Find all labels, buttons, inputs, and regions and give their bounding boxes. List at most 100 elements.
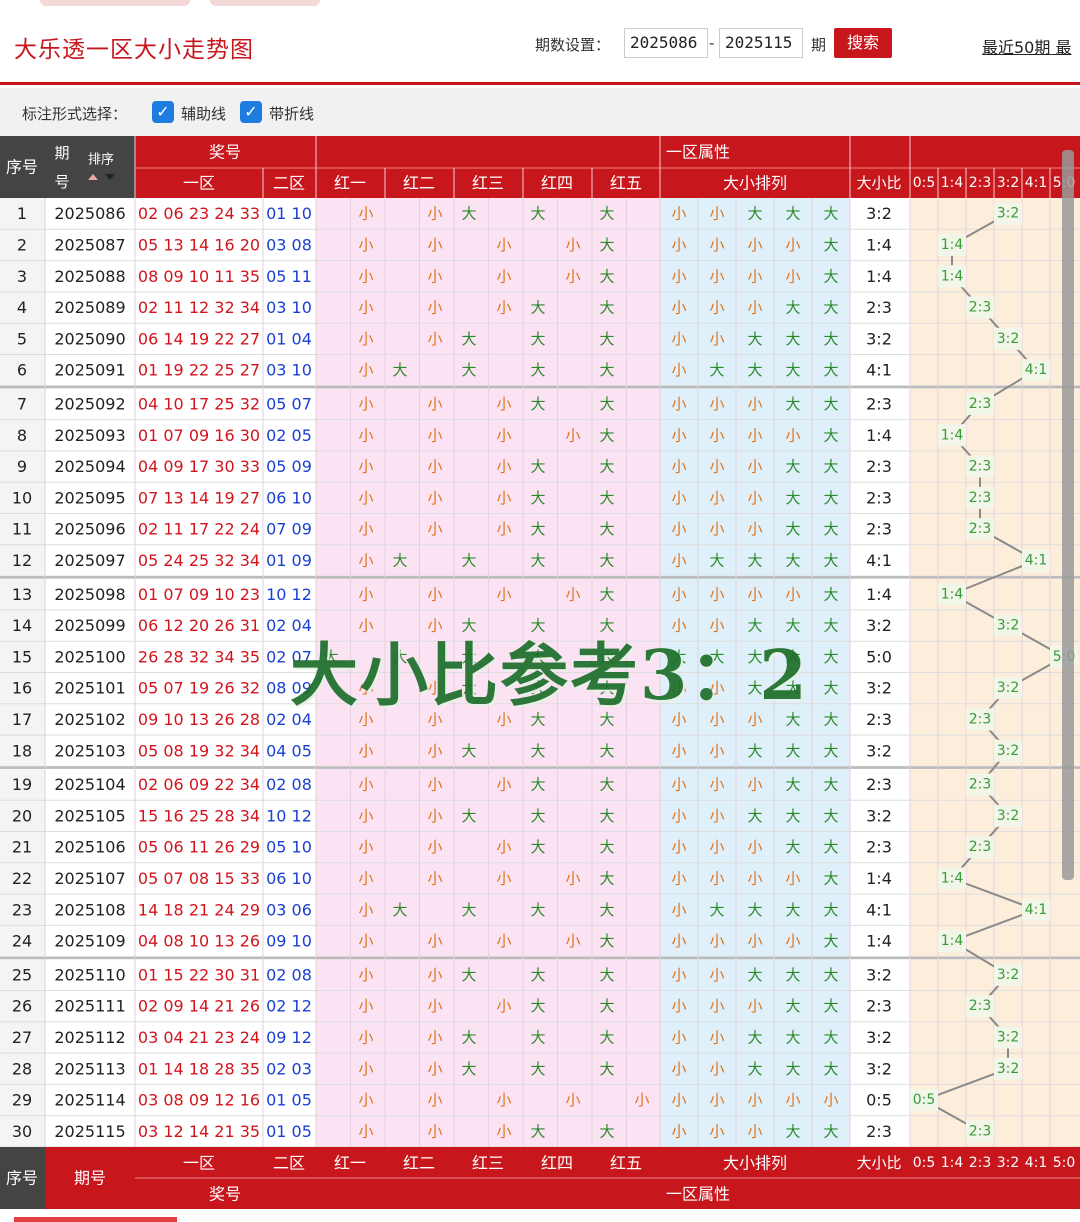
- big-mark: 大: [599, 966, 614, 984]
- small-mark: 小: [358, 361, 373, 379]
- arrange-mark: 小: [709, 1091, 724, 1109]
- ratio-mark: 3:2: [997, 1061, 1020, 1077]
- arrange-mark: 小: [671, 869, 686, 887]
- small-mark: 小: [358, 966, 373, 984]
- small-mark: 小: [358, 267, 373, 285]
- row-zone2-numbers: 05 09: [266, 457, 312, 476]
- arrange-mark: 小: [671, 901, 686, 919]
- row-issue: 2025112: [54, 1028, 125, 1047]
- arrange-mark: 大: [823, 1122, 838, 1140]
- big-mark: 大: [530, 330, 545, 348]
- big-mark: 大: [599, 838, 614, 856]
- row-issue: 2025089: [54, 298, 125, 317]
- row-issue: 2025108: [54, 900, 125, 919]
- small-mark: 小: [358, 997, 373, 1015]
- big-mark: 大: [599, 932, 614, 950]
- sort-label[interactable]: 排序: [88, 153, 114, 168]
- ratio-mark: 1:4: [941, 427, 964, 443]
- big-mark: 大: [461, 966, 476, 984]
- small-mark: 小: [358, 869, 373, 887]
- row-zone1-numbers: 02 06 23 24 33: [138, 204, 260, 223]
- row-ratio: 3:2: [866, 204, 892, 223]
- ratio-mark: 3:2: [997, 206, 1020, 222]
- arrange-mark: 大: [823, 361, 838, 379]
- group-separator: [0, 766, 1080, 769]
- row-issue: 2025105: [54, 806, 125, 825]
- arrange-mark: 大: [823, 869, 838, 887]
- big-mark: 大: [461, 1060, 476, 1078]
- ratio-col-header: 1:4: [941, 175, 964, 191]
- small-mark: 小: [496, 932, 511, 950]
- small-mark: 小: [427, 236, 442, 254]
- ratio-mark: 4:1: [1025, 552, 1048, 568]
- row-zone2-numbers: 09 10: [266, 932, 312, 951]
- ratio-footer: 大小比: [856, 1154, 901, 1172]
- row-zone1-numbers: 09 10 13 26 28: [138, 710, 260, 729]
- red-col-header: 红一: [334, 174, 366, 193]
- row-zone1-numbers: 15 16 25 28 34: [138, 806, 260, 825]
- ratio-col-footer: 1:4: [941, 1155, 964, 1171]
- arrange-header: 大小排列: [723, 174, 787, 193]
- row-zone2-numbers: 10 12: [266, 585, 312, 604]
- zone2-header: 二区: [273, 174, 305, 193]
- row-zone1-numbers: 08 09 10 11 35: [138, 267, 260, 286]
- small-mark: 小: [427, 458, 442, 476]
- small-mark: 小: [358, 1091, 373, 1109]
- row-ratio: 2:3: [866, 394, 892, 413]
- arrange-mark: 大: [785, 458, 800, 476]
- row-zone1-numbers: 02 11 12 32 34: [138, 298, 260, 317]
- big-mark: 大: [599, 807, 614, 825]
- row-zone2-numbers: 06 10: [266, 488, 312, 507]
- arrange-mark: 大: [785, 489, 800, 507]
- big-mark: 大: [530, 299, 545, 317]
- bottom-button[interactable]: [14, 1217, 177, 1222]
- row-issue: 2025088: [54, 267, 125, 286]
- row-seq: 30: [12, 1122, 32, 1141]
- row-seq: 24: [12, 932, 32, 951]
- arrange-mark: 小: [785, 236, 800, 254]
- arrange-mark: 小: [671, 742, 686, 760]
- arrange-mark: 小: [747, 236, 762, 254]
- row-zone2-numbers: 02 12: [266, 997, 312, 1016]
- big-mark: 大: [599, 520, 614, 538]
- arrange-mark: 小: [709, 966, 724, 984]
- red-col-header: 红二: [403, 174, 435, 193]
- small-mark: 小: [565, 585, 580, 603]
- group-separator: [0, 956, 1080, 960]
- arrange-mark: 小: [709, 330, 724, 348]
- row-ratio: 1:4: [866, 267, 892, 286]
- ratio-mark: 0:5: [913, 1092, 936, 1108]
- row-zone2-numbers: 01 09: [266, 551, 312, 570]
- trend-table: 序号期号排序 奖号 一区属性一区 二区 红一 红二 红三 红四 红五 大小排列 大小比 0:5 1:4 2…: [0, 136, 1080, 1209]
- arrange-mark: 小: [785, 426, 800, 444]
- small-mark: 小: [427, 520, 442, 538]
- ratio-mark: 1:4: [941, 237, 964, 253]
- big-mark: 大: [599, 1028, 614, 1046]
- small-mark: 小: [496, 1122, 511, 1140]
- row-zone2-numbers: 03 08: [266, 235, 312, 254]
- big-mark: 大: [461, 901, 476, 919]
- arrange-mark: 小: [709, 1122, 724, 1140]
- ratio-mark: 3:2: [997, 808, 1020, 824]
- arrange-mark: 大: [785, 551, 800, 569]
- row-ratio: 3:2: [866, 679, 892, 698]
- small-mark: 小: [427, 838, 442, 856]
- row-issue: 2025101: [54, 679, 125, 698]
- arrange-mark: 大: [823, 205, 838, 223]
- big-mark: 大: [461, 361, 476, 379]
- arrange-mark: 小: [747, 489, 762, 507]
- row-zone2-numbers: 02 08: [266, 965, 312, 984]
- vertical-scrollbar[interactable]: [1062, 150, 1074, 880]
- small-mark: 小: [427, 776, 442, 794]
- small-mark: 小: [496, 869, 511, 887]
- arrange-mark: 小: [709, 742, 724, 760]
- big-mark: 大: [392, 901, 407, 919]
- arrange-mark: 大: [747, 205, 762, 223]
- row-seq: 27: [12, 1028, 32, 1047]
- arrange-mark: 大: [785, 520, 800, 538]
- zone1-footer: 一区: [183, 1154, 215, 1173]
- row-seq: 19: [12, 775, 32, 794]
- arrange-mark: 大: [785, 997, 800, 1015]
- row-ratio: 2:3: [866, 775, 892, 794]
- arrange-mark: 大: [709, 901, 724, 919]
